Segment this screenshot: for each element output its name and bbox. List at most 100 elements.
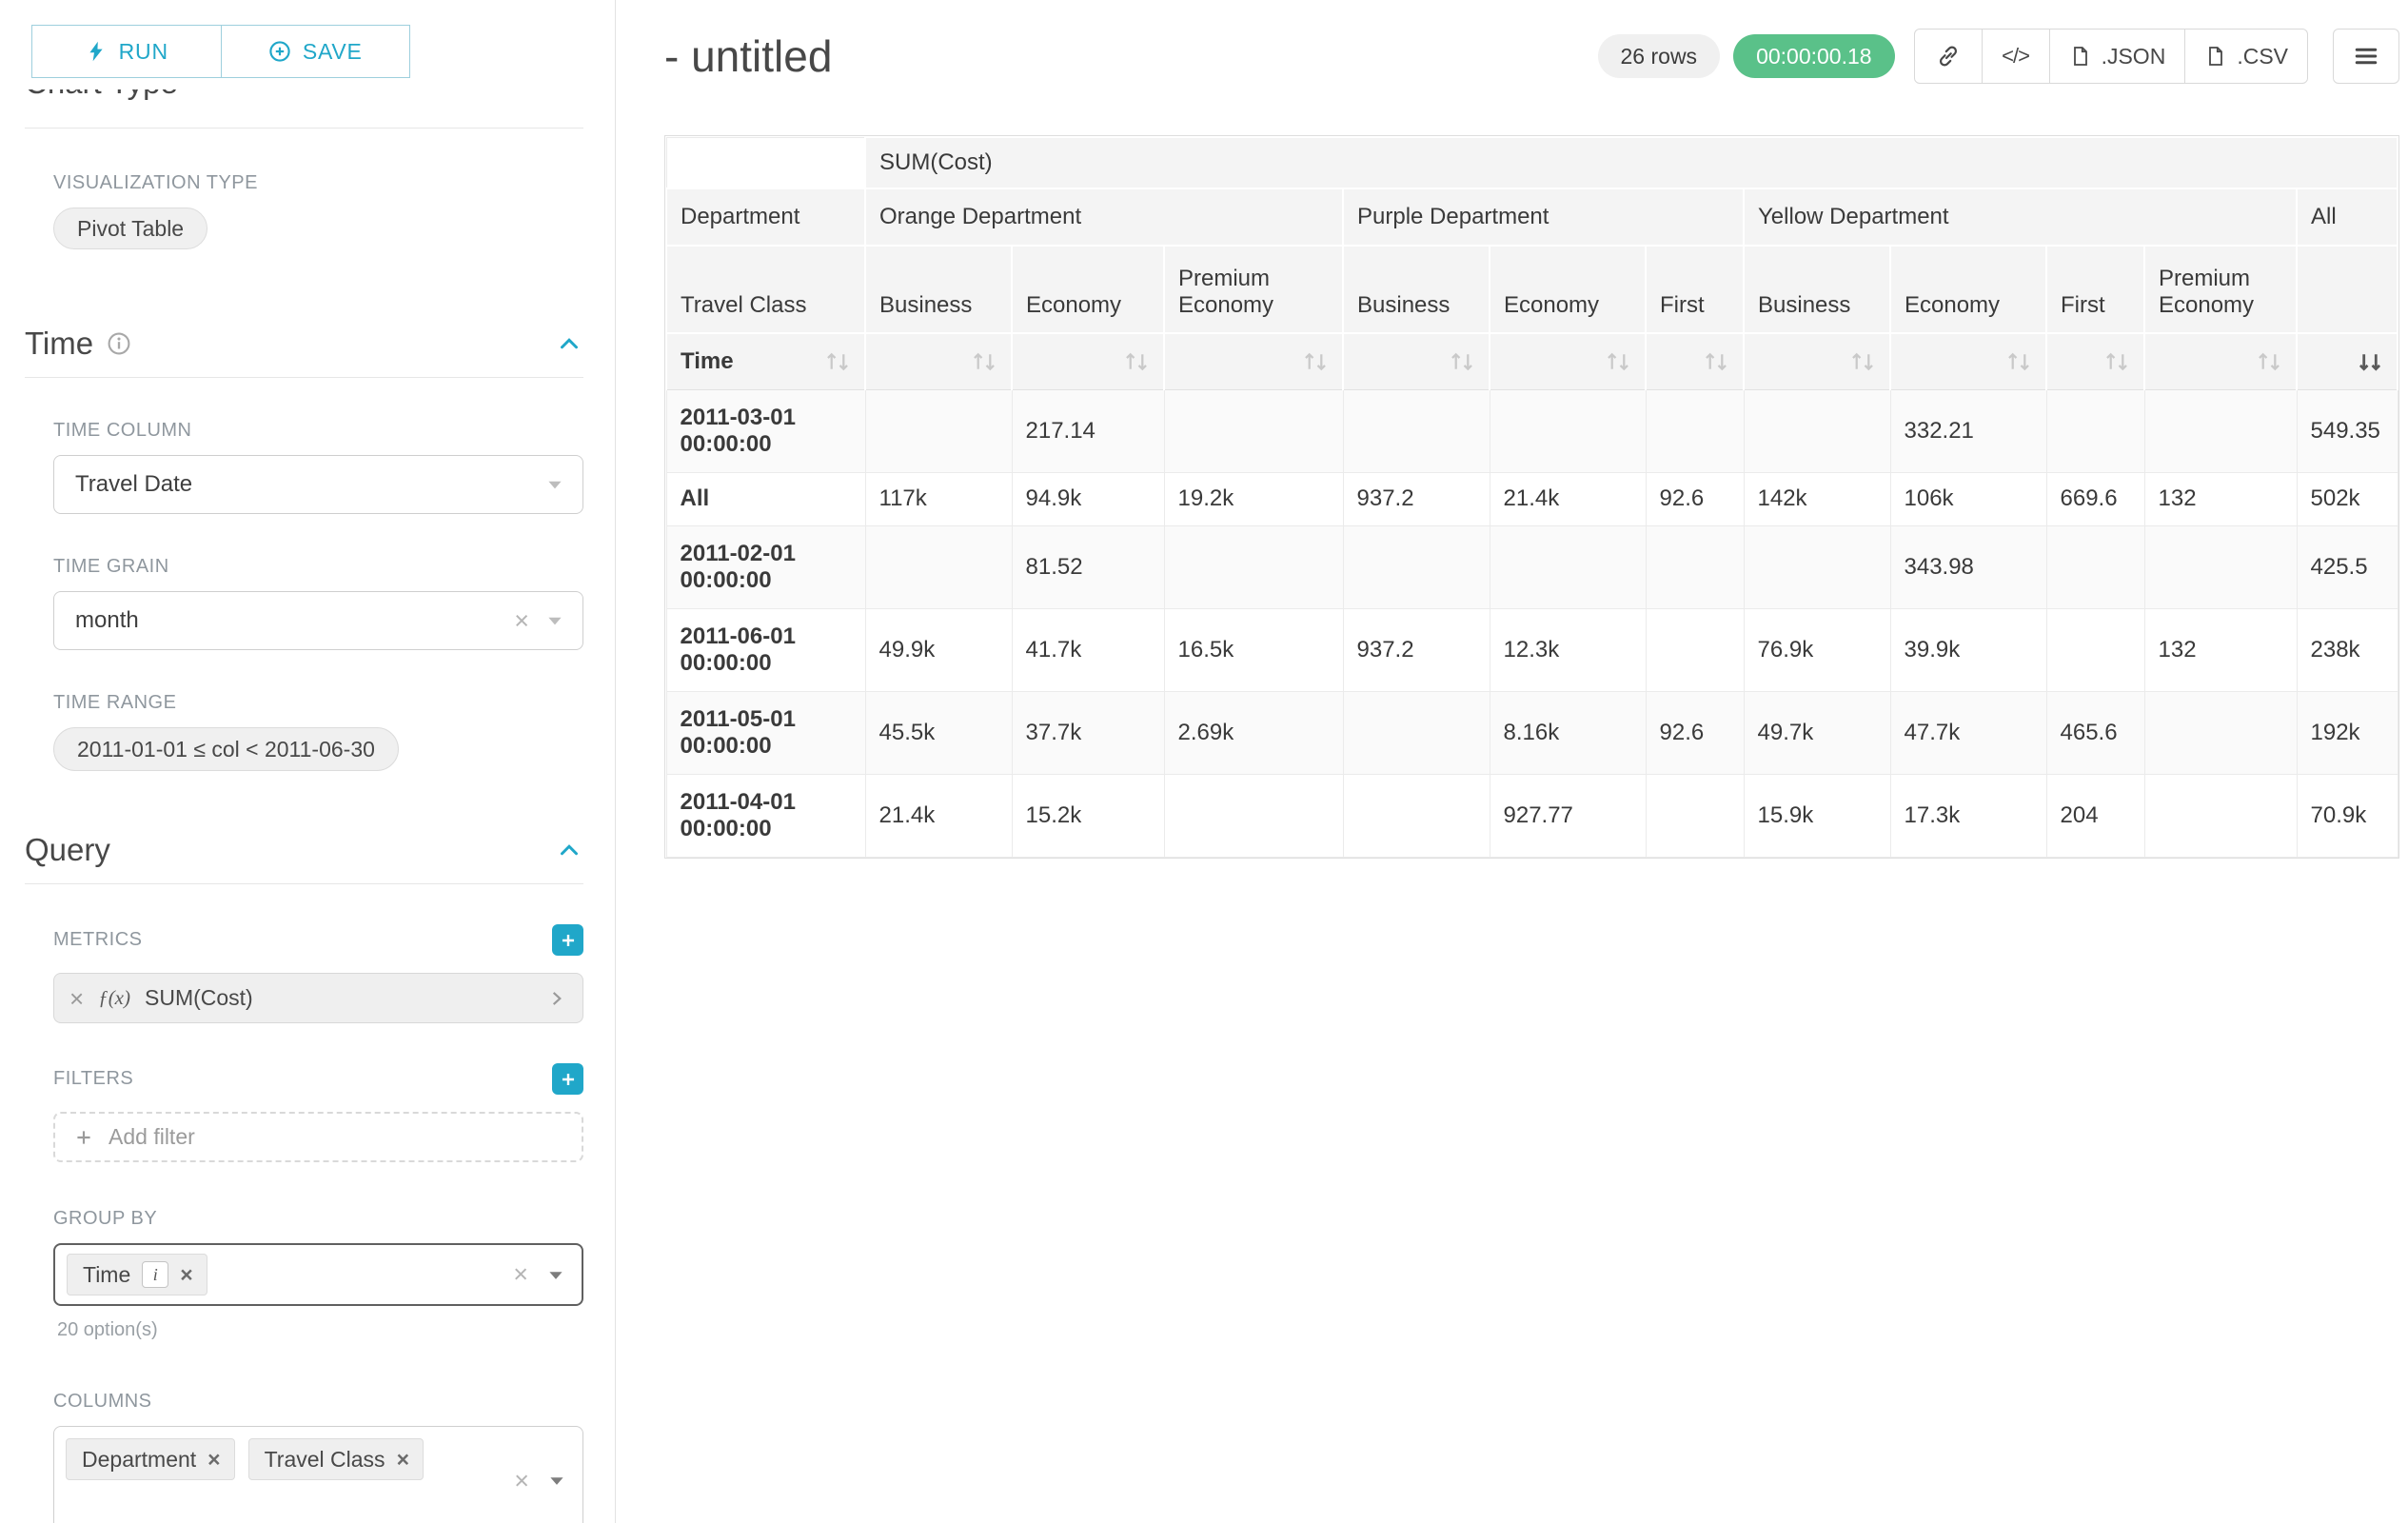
time-column-value: Travel Date [75, 471, 192, 498]
save-button[interactable]: SAVE [221, 25, 411, 78]
sort-header[interactable] [2046, 333, 2144, 389]
section-divider [25, 128, 583, 129]
class-header: Premium Economy [2144, 246, 2297, 333]
pivot-row-label: 2011-05-01 00:00:00 [666, 691, 865, 774]
export-json-label: .JSON [2102, 44, 2166, 69]
file-icon [2069, 45, 2092, 68]
pivot-cell: 217.14 [1012, 389, 1164, 472]
add-filter-label: Add filter [109, 1124, 195, 1150]
pivot-cell: 937.2 [1343, 608, 1490, 691]
sort-icon [2005, 348, 2032, 375]
chevron-up-icon[interactable] [555, 329, 583, 358]
sort-header[interactable] [1646, 333, 1744, 389]
columns-value: Travel Class [265, 1447, 385, 1473]
query-timer-badge: 00:00:00.18 [1733, 34, 1895, 78]
pivot-cell [1343, 525, 1490, 608]
query-section-header: Query [25, 832, 583, 884]
pivot-cell [1164, 389, 1343, 472]
chevron-up-icon[interactable] [555, 836, 583, 864]
chart-menu-button[interactable] [2333, 29, 2399, 84]
sort-header[interactable] [1343, 333, 1490, 389]
pivot-cell: 41.7k [1012, 608, 1164, 691]
class-header: Premium Economy [1164, 246, 1343, 333]
pivot-cell: 37.7k [1012, 691, 1164, 774]
add-filter-plus-button[interactable] [552, 1063, 583, 1095]
add-metric-button[interactable] [552, 924, 583, 956]
pivot-corner-cell [666, 137, 865, 188]
export-json-button[interactable]: .JSON [2049, 29, 2186, 84]
clear-icon[interactable]: × [514, 608, 529, 634]
pivot-cell: 17.3k [1890, 774, 2046, 857]
metric-item[interactable]: × ƒ(x) SUM(Cost) [53, 973, 583, 1023]
column-info-icon: i [142, 1261, 168, 1288]
caret-down-icon [544, 474, 565, 495]
sort-header[interactable] [1012, 333, 1164, 389]
chart-title[interactable]: - untitled [664, 30, 832, 82]
pivot-row-label: All [666, 472, 865, 525]
chart-header: - untitled 26 rows 00:00:00.18 </> .JSON… [664, 29, 2399, 84]
pivot-cell: 204 [2046, 774, 2144, 857]
sort-icon [971, 348, 997, 375]
time-grain-select[interactable]: month × [53, 591, 583, 650]
pivot-cell: 343.98 [1890, 525, 2046, 608]
add-filter-dropzone[interactable]: Add filter [53, 1112, 583, 1162]
time-column-select[interactable]: Travel Date [53, 455, 583, 514]
visualization-type-pill[interactable]: Pivot Table [53, 208, 207, 249]
view-query-button[interactable]: </> [1982, 29, 2050, 84]
table-row: 2011-02-01 00:00:00 81.52 343.98 425.5 [666, 525, 2398, 608]
pivot-cell [1490, 525, 1646, 608]
hamburger-menu-icon [2352, 42, 2380, 70]
pivot-cell: 45.5k [865, 691, 1012, 774]
chevron-right-icon[interactable] [546, 988, 567, 1009]
columns-value-pill[interactable]: Department × [66, 1438, 235, 1480]
class-header: Economy [1012, 246, 1164, 333]
remove-value-icon[interactable]: × [397, 1449, 409, 1471]
pivot-cell: 502k [2297, 472, 2398, 525]
code-icon: </> [2002, 44, 2029, 69]
chevron-up-icon[interactable] [555, 89, 583, 97]
caret-down-icon [546, 1471, 567, 1492]
sort-header[interactable] [865, 333, 1012, 389]
query-section-title: Query [25, 832, 110, 868]
columns-label: COLUMNS [53, 1391, 583, 1413]
pivot-cell [1164, 774, 1343, 857]
pivot-cell [1343, 774, 1490, 857]
group-by-select[interactable]: Time i × × [53, 1243, 583, 1306]
group-by-value-pill[interactable]: Time i × [67, 1254, 207, 1296]
clear-icon[interactable]: × [514, 1468, 529, 1493]
pivot-cell: 76.9k [1744, 608, 1890, 691]
pivot-cell: 15.9k [1744, 774, 1890, 857]
pivot-cell [865, 389, 1012, 472]
sort-header[interactable] [1490, 333, 1646, 389]
sort-header[interactable] [1164, 333, 1343, 389]
remove-value-icon[interactable]: × [207, 1449, 220, 1471]
pivot-cell: 549.35 [2297, 389, 2398, 472]
pivot-cell [2046, 608, 2144, 691]
remove-value-icon[interactable]: × [180, 1264, 192, 1286]
table-row: 2011-03-01 00:00:00 217.14 332.21 549.35 [666, 389, 2398, 472]
share-link-button[interactable] [1914, 29, 1983, 84]
remove-metric-icon[interactable]: × [69, 986, 84, 1011]
time-grain-value: month [75, 607, 139, 634]
columns-value-pill[interactable]: Travel Class × [248, 1438, 424, 1480]
time-range-label: TIME RANGE [53, 692, 583, 714]
sort-header[interactable] [1744, 333, 1890, 389]
class-header: First [1646, 246, 1744, 333]
sort-header-active[interactable] [2297, 333, 2398, 389]
time-range-pill[interactable]: 2011-01-01 ≤ col < 2011-06-30 [53, 727, 399, 771]
pivot-cell: 81.52 [1012, 525, 1164, 608]
sort-header[interactable] [1890, 333, 2046, 389]
run-button[interactable]: RUN [31, 25, 222, 78]
class-header: Business [865, 246, 1012, 333]
time-header-label: Time [681, 348, 734, 375]
pivot-cell: 106k [1890, 472, 2046, 525]
clear-icon[interactable]: × [513, 1262, 528, 1288]
class-header: Economy [1490, 246, 1646, 333]
pivot-row-label: 2011-06-01 00:00:00 [666, 608, 865, 691]
export-csv-button[interactable]: .CSV [2184, 29, 2308, 84]
columns-select[interactable]: Department × Travel Class × × [53, 1426, 583, 1523]
time-sort-header[interactable]: Time [666, 333, 865, 389]
sort-header[interactable] [2144, 333, 2297, 389]
pivot-cell: 332.21 [1890, 389, 2046, 472]
pivot-cell: 47.7k [1890, 691, 2046, 774]
